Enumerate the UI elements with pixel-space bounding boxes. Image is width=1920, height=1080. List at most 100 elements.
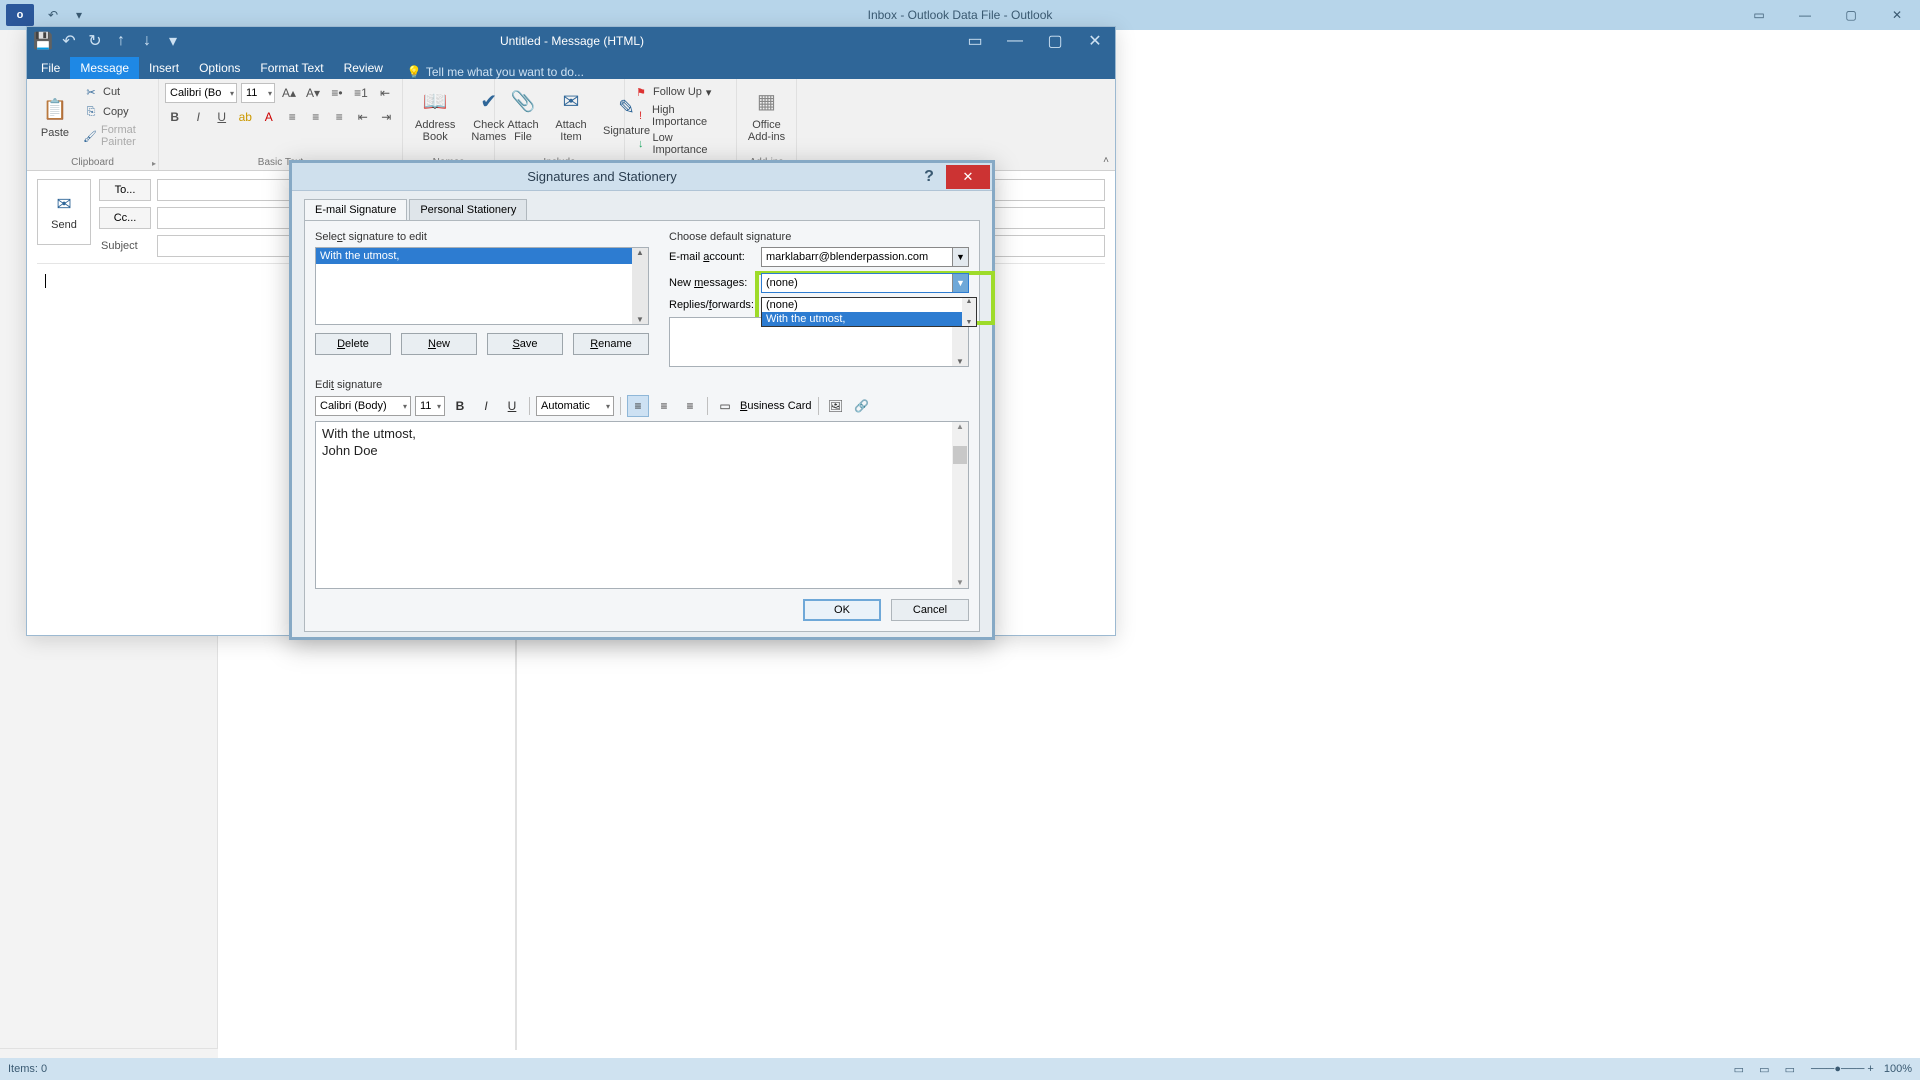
high-importance-button[interactable]: !High Importance [631,103,730,129]
rf-scroll-down-icon[interactable]: ▼ [956,357,964,366]
exclaim-icon: ! [633,108,648,124]
qat-next-icon[interactable]: ↓ [135,29,159,53]
signature-list-item[interactable]: With the utmost, [316,248,648,264]
scroll-down-icon[interactable]: ▼ [636,315,644,324]
bullets-icon[interactable]: ≡• [327,83,347,103]
business-card-button[interactable]: Business Card [740,400,812,412]
qat-more-icon[interactable]: ▾ [161,29,185,53]
scroll-up-icon[interactable]: ▲ [636,248,644,257]
tab-options[interactable]: Options [189,57,250,79]
sig-font-combo[interactable]: Calibri (Body) [315,396,411,416]
save-button[interactable]: Save [487,333,563,355]
ribbon-display-icon[interactable]: ▭ [1736,0,1782,30]
dropdown-option-none[interactable]: (none) [762,298,976,312]
cc-button[interactable]: Cc... [99,207,151,229]
cancel-button[interactable]: Cancel [891,599,969,621]
new-button[interactable]: New [401,333,477,355]
font-color-icon[interactable]: A [259,107,279,127]
qat-undo2-icon[interactable]: ↶ [57,29,81,53]
outdent-icon[interactable]: ⇤ [375,83,395,103]
zoom-slider[interactable]: ───●─── + [1811,1063,1874,1075]
sig-color-combo[interactable]: Automatic [536,396,614,416]
compose-maximize-icon[interactable]: ▢ [1035,27,1075,55]
qat-customize-icon[interactable]: ▾ [68,4,90,26]
tab-file[interactable]: File [31,57,70,79]
sig-align-left-icon[interactable]: ≡ [627,395,649,417]
new-messages-dropdown[interactable]: (none) With the utmost, ▲ ▼ [761,297,977,327]
delete-button[interactable]: Delete [315,333,391,355]
compose-minimize-icon[interactable]: — [995,27,1035,55]
numbering-icon[interactable]: ≡1 [351,83,371,103]
compose-close-icon[interactable]: ✕ [1075,27,1115,55]
addins-icon: ▦ [751,85,783,117]
flag-icon: ⚑ [633,84,649,100]
minimize-icon[interactable]: — [1782,0,1828,30]
highlight-icon[interactable]: ab [236,107,256,127]
sig-align-center-icon[interactable]: ≡ [653,395,675,417]
align-center-icon[interactable]: ≡ [306,107,326,127]
tab-insert[interactable]: Insert [139,57,189,79]
align-left-icon[interactable]: ≡ [283,107,303,127]
sig-align-right-icon[interactable]: ≡ [679,395,701,417]
sig-picture-icon[interactable]: 🖼 [825,395,847,417]
tab-format-text[interactable]: Format Text [250,57,333,79]
signature-list[interactable]: With the utmost, ▲ ▼ [315,247,649,325]
tab-email-signature[interactable]: E-mail Signature [304,199,407,220]
rename-button[interactable]: Rename [573,333,649,355]
align-right-icon[interactable]: ≡ [330,107,350,127]
indent-inc-icon[interactable]: ⇥ [377,107,397,127]
clipboard-launcher-icon[interactable]: ▸ [152,159,156,168]
sig-size-combo[interactable]: 11 [415,396,445,416]
underline-icon[interactable]: U [212,107,232,127]
close-icon[interactable]: ✕ [1874,0,1920,30]
maximize-icon[interactable]: ▢ [1828,0,1874,30]
signature-editor[interactable]: With the utmost, John Doe ▲▼ [315,421,969,589]
dd-scroll-down-icon[interactable]: ▼ [966,319,973,326]
low-importance-button[interactable]: ↓Low Importance [631,131,730,157]
grow-font-icon[interactable]: A▴ [279,83,299,103]
italic-icon[interactable]: I [189,107,209,127]
follow-up-button[interactable]: ⚑Follow Up ▾ [631,83,730,101]
view-buttons[interactable]: ▭ ▭ ▭ [1734,1063,1801,1076]
qat-prev-icon[interactable]: ↑ [109,29,133,53]
tab-message[interactable]: Message [70,57,139,79]
qat-redo-icon[interactable]: ↻ [83,29,107,53]
sig-hyperlink-icon[interactable]: 🔗 [851,395,873,417]
sig-bold-icon[interactable]: B [449,395,471,417]
paste-button[interactable]: 📋Paste [33,91,77,141]
shrink-font-icon[interactable]: A▾ [303,83,323,103]
ed-scroll-down-icon[interactable]: ▼ [956,578,964,588]
dropdown-option-signature[interactable]: With the utmost, [762,312,976,326]
qat-save-icon[interactable]: 💾 [31,29,55,53]
dialog-close-icon[interactable]: ✕ [946,165,990,189]
sig-italic-icon[interactable]: I [475,395,497,417]
email-account-combo[interactable]: marklabarr@blenderpassion.com▼ [761,247,969,267]
font-family-combo[interactable]: Calibri (Bo [165,83,237,103]
indent-dec-icon[interactable]: ⇤ [353,107,373,127]
qat-undo-icon[interactable]: ↶ [42,4,64,26]
send-button[interactable]: ✉ Send [37,179,91,245]
attach-file-button[interactable]: 📎Attach File [501,83,545,145]
compose-ribbon-opts-icon[interactable]: ▭ [955,27,995,55]
collapse-ribbon-icon[interactable]: ˄ [1103,155,1109,166]
address-book-button[interactable]: 📖Address Book [409,83,461,145]
bold-icon[interactable]: B [165,107,185,127]
ed-scroll-up-icon[interactable]: ▲ [956,422,964,432]
font-size-combo[interactable]: 11 [241,83,275,103]
tell-me-search[interactable]: 💡Tell me what you want to do... [407,65,584,79]
ok-button[interactable]: OK [803,599,881,621]
status-items: Items: 0 [8,1063,47,1075]
new-messages-combo[interactable]: (none)▼ [761,273,969,293]
tab-personal-stationery[interactable]: Personal Stationery [409,199,527,220]
tab-review[interactable]: Review [334,57,393,79]
attach-item-button[interactable]: ✉Attach Item [549,83,593,145]
format-painter-button[interactable]: 🖌Format Painter [81,123,152,149]
dd-scroll-up-icon[interactable]: ▲ [966,298,973,305]
office-addins-button[interactable]: ▦Office Add-ins [743,83,790,145]
copy-button[interactable]: ⎘Copy [81,103,152,121]
cut-button[interactable]: ✂Cut [81,83,152,101]
scroll-thumb[interactable] [953,446,967,464]
dialog-help-icon[interactable]: ? [912,165,946,189]
sig-underline-icon[interactable]: U [501,395,523,417]
to-button[interactable]: To... [99,179,151,201]
